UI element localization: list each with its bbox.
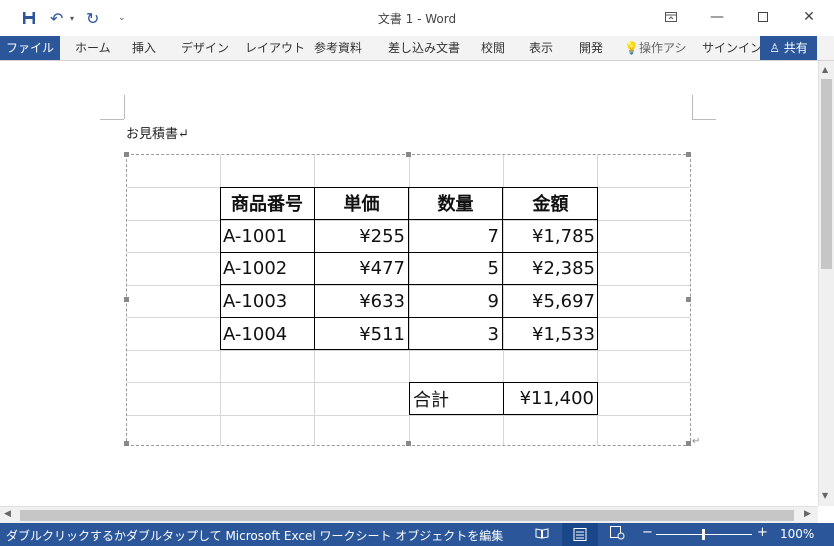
tab-mailings[interactable]: 差し込み文書 [388,36,460,60]
table-cell: 7 [409,220,503,253]
tab-layout[interactable]: レイアウト [245,36,305,60]
resize-handle[interactable] [124,441,129,446]
excel-object[interactable]: 商品番号 単価 数量 金額 A-1001 ¥255 7 ¥1,785 A-100… [124,152,691,446]
resize-handle[interactable] [406,441,411,446]
table-cell: A-1004 [220,318,315,350]
web-layout-button[interactable] [610,526,625,543]
zoom-slider-thumb[interactable] [702,529,705,540]
person-icon: ♙ [769,41,780,55]
tell-me-button[interactable]: 💡操作アシ [624,36,690,60]
table-cell: 5 [409,253,503,285]
total-value: ¥11,400 [503,382,598,415]
close-button[interactable]: ✕ [786,0,832,34]
maximize-icon [758,12,768,22]
resize-handle[interactable] [686,297,691,302]
minimize-button[interactable]: — [694,0,740,34]
read-mode-icon [535,528,549,539]
crop-mark-right-v [692,95,693,119]
ribbon-options-icon [665,12,677,22]
table-cell: ¥511 [315,318,409,350]
maximize-button[interactable] [740,0,786,34]
vertical-scroll-thumb[interactable] [821,79,832,269]
vertical-scrollbar[interactable]: ▲ ▼ [818,61,834,506]
tell-me-label: 操作アシ [638,41,687,55]
minimize-icon: — [710,9,724,25]
crop-mark-left-v [124,95,125,119]
ribbon-tab-bar: ファイル ホーム 挿入 デザイン レイアウト 参考資料 差し込み文書 校閲 表示… [0,36,834,61]
scroll-right-icon[interactable]: ▶ [804,509,811,519]
tab-references[interactable]: 参考資料 [314,36,362,60]
zoom-in-button[interactable]: + [757,525,768,540]
resize-handle[interactable] [124,297,129,302]
resize-handle[interactable] [686,152,691,157]
horizontal-scroll-thumb[interactable] [20,510,794,521]
header-quantity: 数量 [409,187,503,220]
print-layout-icon [573,528,587,541]
tab-review[interactable]: 校閲 [481,36,505,60]
total-label: 合計 [409,382,504,415]
table-cell: ¥1,785 [503,220,598,253]
header-product-code: 商品番号 [220,187,315,220]
status-bar: ダブルクリックするかダブルタップして Microsoft Excel ワークシー… [0,523,834,546]
paragraph-mark: ↵ [692,436,701,447]
share-button[interactable]: ♙ 共有 [760,36,817,60]
scroll-left-icon[interactable]: ◀ [4,509,11,519]
title-bar: ↶ ▾ ↻ ⌄ 文書 1 - Word — ✕ [0,0,834,36]
horizontal-scrollbar[interactable]: ◀ ▶ [0,506,818,524]
tab-developer[interactable]: 開発 [579,36,603,60]
print-layout-button[interactable] [562,523,598,546]
tab-home[interactable]: ホーム [75,36,111,60]
zoom-level[interactable]: 100% [780,527,814,541]
table-cell: ¥633 [315,285,409,318]
tab-file[interactable]: ファイル [0,36,60,60]
table-cell: ¥255 [315,220,409,253]
read-mode-button[interactable] [535,526,549,543]
signin-link[interactable]: サインイン [702,36,762,60]
share-label: 共有 [783,41,808,55]
resize-handle[interactable] [406,152,411,157]
table-cell: 9 [409,285,503,318]
tab-insert[interactable]: 挿入 [132,36,156,60]
resize-handle[interactable] [124,152,129,157]
table-cell: A-1003 [220,285,315,318]
lightbulb-icon: 💡 [624,41,639,55]
web-layout-icon [610,526,625,540]
scroll-down-icon[interactable]: ▼ [822,491,828,500]
document-heading: お見積書↵ [126,127,189,142]
table-cell: ¥1,533 [532,323,595,345]
table-cell: A-1002 [220,253,315,285]
header-unit-price: 単価 [315,187,409,220]
table-cell: A-1001 [220,220,315,253]
zoom-out-button[interactable]: − [642,525,653,540]
table-cell: ¥5,697 [503,285,598,318]
header-amount: 金額 [503,187,598,220]
crop-mark-left-h [100,119,124,120]
crop-mark-right-h [692,119,716,120]
tab-view[interactable]: 表示 [529,36,553,60]
table-cell: ¥477 [315,253,409,285]
tab-design[interactable]: デザイン [181,36,229,60]
close-icon: ✕ [803,9,815,25]
status-message: ダブルクリックするかダブルタップして Microsoft Excel ワークシー… [6,529,504,543]
ribbon-display-options-button[interactable] [648,0,694,34]
table-cell: 3 [409,318,503,350]
resize-handle[interactable] [686,441,691,446]
scroll-up-icon[interactable]: ▲ [822,65,828,74]
table-cell: ¥2,385 [503,253,598,285]
